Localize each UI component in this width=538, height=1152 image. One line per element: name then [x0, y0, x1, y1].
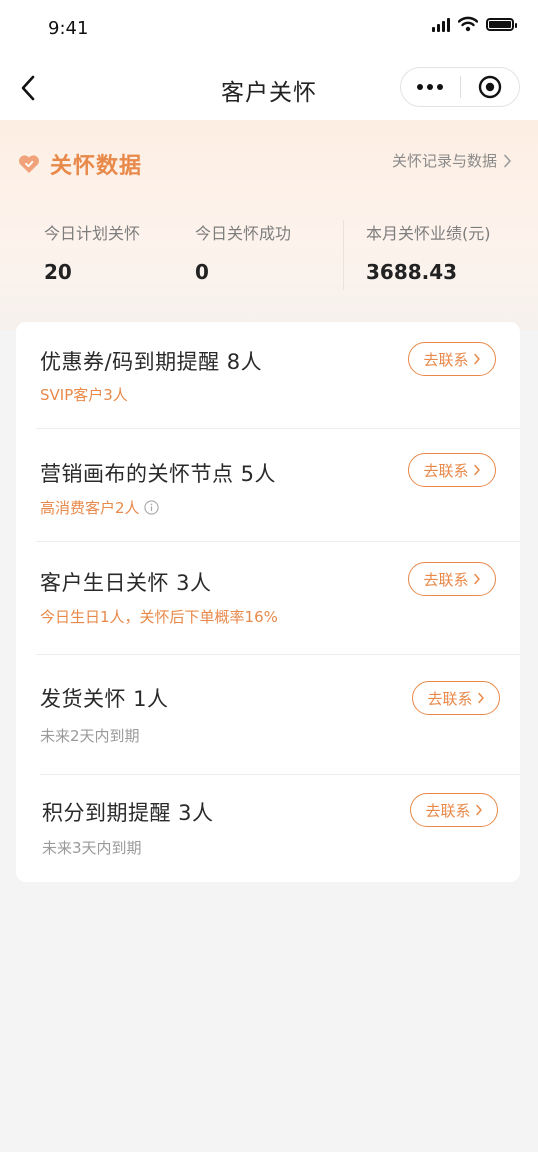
- info-icon[interactable]: [143, 500, 159, 515]
- row-subtitle: 高消费客户2人: [40, 497, 159, 518]
- cellular-signal-icon: [432, 16, 450, 32]
- target-circle-icon: [478, 75, 501, 99]
- row-subtitle: 今日生日1人，关怀后下单概率16%: [40, 608, 278, 626]
- list-item: 积分到期提醒 3人 未来3天内到期 去联系: [16, 775, 520, 882]
- row-title: 发货关怀 1人: [40, 687, 169, 711]
- stat-value: 3688.43: [366, 260, 458, 284]
- status-time: 9:41: [48, 18, 89, 39]
- contact-button-label: 去联系: [425, 801, 471, 820]
- chevron-right-icon: [473, 464, 480, 476]
- contact-button[interactable]: 去联系: [408, 453, 496, 487]
- care-title: 关怀数据: [50, 154, 143, 179]
- more-dots-icon: [417, 84, 444, 90]
- status-icons: [432, 16, 517, 32]
- contact-button-label: 去联系: [427, 689, 473, 708]
- row-subtitle: SVIP客户3人: [40, 386, 128, 404]
- stat-label: 今日关怀成功: [195, 224, 292, 243]
- row-subtitle-text: 高消费客户2人: [40, 499, 140, 517]
- contact-button-label: 去联系: [423, 570, 469, 589]
- contact-button[interactable]: 去联系: [408, 562, 496, 596]
- status-bar: 9:41: [0, 0, 538, 56]
- stat-label: 本月关怀业绩(元): [366, 224, 491, 243]
- chevron-right-icon: [473, 353, 480, 365]
- row-title: 客户生日关怀 3人: [40, 571, 212, 595]
- close-miniprogram-button[interactable]: [461, 68, 520, 106]
- care-records-link-label: 关怀记录与数据: [391, 152, 497, 170]
- care-records-link[interactable]: 关怀记录与数据: [392, 150, 512, 171]
- more-button[interactable]: [401, 68, 460, 106]
- contact-button-label: 去联系: [423, 461, 469, 480]
- chevron-right-icon: [473, 573, 480, 585]
- battery-icon: [486, 17, 517, 31]
- row-subtitle: 未来3天内到期: [42, 839, 142, 857]
- contact-button[interactable]: 去联系: [408, 342, 496, 376]
- stat-planned: 今日计划关怀 20: [44, 220, 140, 284]
- contact-button[interactable]: 去联系: [412, 681, 500, 715]
- care-data-header: 关怀数据 关怀记录与数据 今日计划关怀 20 今日关怀成功 0 本月关怀业绩(元…: [0, 120, 538, 330]
- care-stats: 今日计划关怀 20 今日关怀成功 0 本月关怀业绩(元) 3688.43: [0, 220, 538, 300]
- chevron-right-icon: [477, 692, 484, 704]
- stat-monthly-performance: 本月关怀业绩(元) 3688.43: [366, 220, 491, 284]
- list-item: 营销画布的关怀节点 5人 高消费客户2人 去联系: [16, 429, 520, 541]
- row-title: 优惠券/码到期提醒 8人: [40, 350, 263, 374]
- contact-button[interactable]: 去联系: [410, 793, 498, 827]
- nav-bar: 客户关怀: [0, 56, 538, 120]
- list-item: 客户生日关怀 3人 今日生日1人，关怀后下单概率16% 去联系: [16, 542, 520, 655]
- care-task-card: 优惠券/码到期提醒 8人 SVIP客户3人 去联系 营销画布的关怀节点 5人 高…: [16, 322, 520, 882]
- chevron-right-icon: [504, 154, 511, 167]
- stat-success: 今日关怀成功 0: [195, 220, 291, 284]
- stat-value: 20: [44, 260, 72, 284]
- chevron-right-icon: [475, 804, 482, 816]
- heart-icon: [19, 155, 39, 173]
- stat-value: 0: [195, 260, 209, 284]
- row-title: 营销画布的关怀节点 5人: [40, 462, 277, 486]
- mini-program-capsule: [400, 67, 520, 107]
- stat-divider: [343, 220, 344, 290]
- wifi-icon: [458, 16, 478, 32]
- care-title-group: 关怀数据: [18, 148, 142, 180]
- list-item: 优惠券/码到期提醒 8人 SVIP客户3人 去联系: [16, 322, 520, 428]
- contact-button-label: 去联系: [423, 350, 469, 369]
- stat-label: 今日计划关怀: [44, 224, 141, 243]
- list-item: 发货关怀 1人 未来2天内到期 去联系: [16, 655, 520, 775]
- row-subtitle: 未来2天内到期: [40, 727, 140, 745]
- row-title: 积分到期提醒 3人: [42, 801, 214, 825]
